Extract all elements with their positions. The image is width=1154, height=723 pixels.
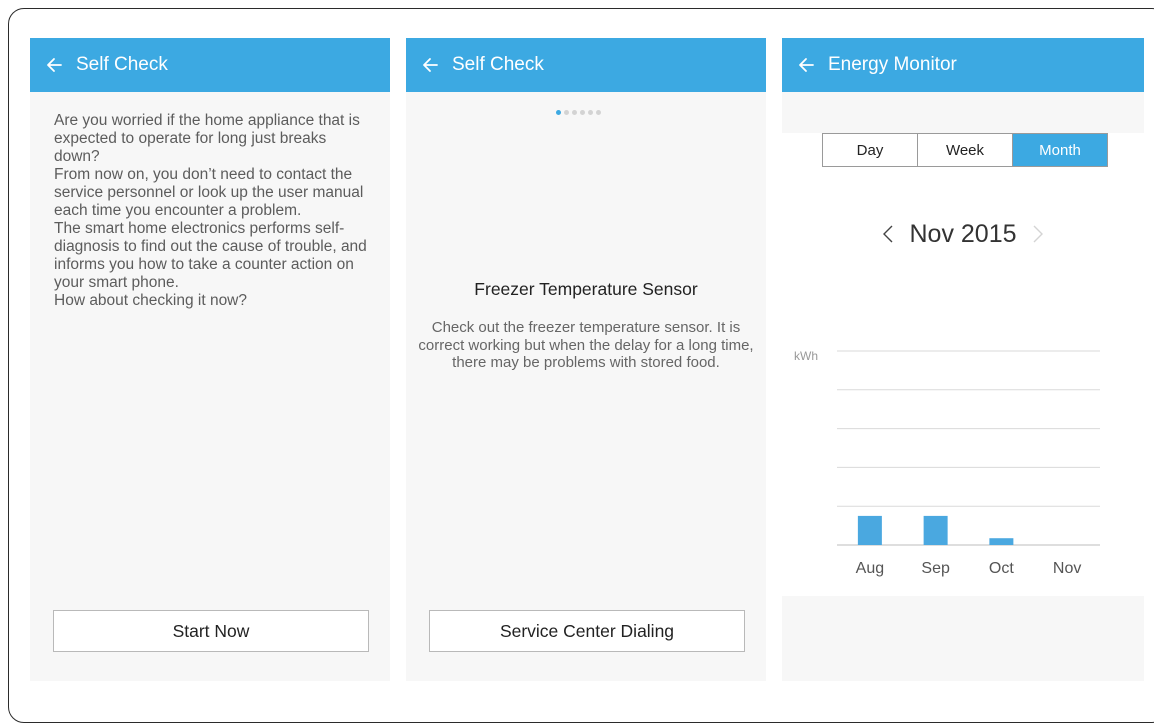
energy-bar-chart: kWh Aug Sep Oct Nov	[794, 349, 1100, 577]
x-tick-label: Nov	[1053, 560, 1081, 577]
next-month-icon[interactable]	[1031, 222, 1045, 246]
page-dot	[580, 110, 585, 115]
page-dot	[556, 110, 561, 115]
page-dot	[588, 110, 593, 115]
start-now-button[interactable]: Start Now	[53, 610, 369, 652]
back-arrow-icon[interactable]	[46, 57, 62, 73]
app-bar: Energy Monitor	[782, 38, 1144, 92]
previous-month-icon[interactable]	[881, 222, 895, 246]
back-arrow-icon[interactable]	[798, 57, 814, 73]
page-dot	[564, 110, 569, 115]
x-tick-label: Oct	[989, 560, 1014, 577]
sensor-title: Freezer Temperature Sensor	[474, 279, 698, 299]
energy-monitor-screen: Energy Monitor Day Week Month Nov 2015 k…	[782, 38, 1144, 681]
period-segmented-control: Day Week Month	[822, 133, 1108, 167]
page-indicator	[556, 110, 601, 115]
tab-month[interactable]: Month	[1012, 134, 1107, 166]
tab-week[interactable]: Week	[917, 134, 1012, 166]
app-bar: Self Check	[30, 38, 390, 92]
page-dot	[596, 110, 601, 115]
month-navigator: Nov 2015	[782, 214, 1144, 254]
self-check-intro-screen: Self Check Are you worried if the home a…	[30, 38, 390, 681]
self-check-sensor-screen: Self Check Freezer Temperature Sensor Ch…	[406, 38, 766, 681]
x-tick-label: Sep	[921, 560, 950, 577]
back-arrow-icon[interactable]	[422, 57, 438, 73]
y-axis-label: kWh	[794, 349, 818, 363]
app-bar: Self Check	[406, 38, 766, 92]
bar-aug	[857, 515, 882, 545]
x-tick-label: Aug	[856, 560, 884, 577]
sensor-description: Check out the freezer temperature sensor…	[418, 319, 754, 372]
service-center-dialing-button[interactable]: Service Center Dialing	[429, 610, 745, 652]
tab-day[interactable]: Day	[823, 134, 917, 166]
screen-title: Self Check	[452, 54, 544, 75]
page-dot	[572, 110, 577, 115]
intro-text: Are you worried if the home appliance th…	[54, 112, 367, 309]
screen-title: Self Check	[76, 54, 168, 75]
screen-title: Energy Monitor	[828, 54, 957, 75]
bar-sep	[923, 515, 948, 545]
current-period-label: Nov 2015	[909, 219, 1017, 248]
bar-oct	[989, 538, 1014, 545]
